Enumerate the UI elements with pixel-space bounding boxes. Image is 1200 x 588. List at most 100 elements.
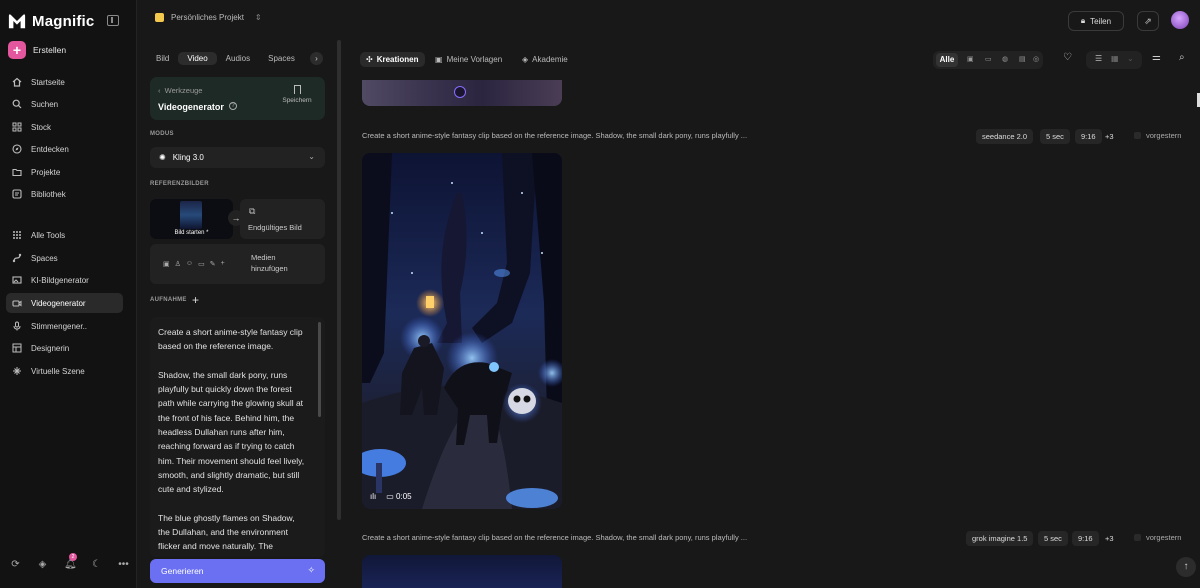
search-icon[interactable]: ⌕ — [1179, 52, 1185, 63]
more-chip[interactable]: +3 — [1105, 132, 1114, 141]
filter-3d-icon[interactable]: ◎ — [1033, 55, 1039, 63]
tabs-next-button[interactable]: › — [310, 52, 323, 65]
audio-levels-icon[interactable]: ılı — [370, 492, 376, 501]
previous-video-thumbnail[interactable] — [362, 80, 562, 106]
face-media-icon[interactable]: ☺ — [186, 260, 193, 268]
sidebar-item-label: Alle Tools — [31, 230, 66, 240]
next-video-thumbnail[interactable] — [362, 555, 562, 588]
sidebar-item-label: KI-Bildgenerator — [31, 275, 89, 285]
video-icon — [12, 298, 22, 308]
notification-badge: 2 — [69, 553, 77, 561]
sidebar-item-virtuelle-szene[interactable]: Virtuelle Szene — [6, 361, 123, 381]
grid-view-icon[interactable]: ▦ — [1111, 54, 1119, 63]
generate-button[interactable]: Generieren ✧ — [150, 559, 325, 583]
tab-akademie[interactable]: ◈ Akademie — [516, 52, 574, 67]
more-icon[interactable]: ••• — [118, 559, 129, 570]
list-view-icon[interactable]: ☰ — [1095, 54, 1102, 63]
sidebar-item-projekte[interactable]: Projekte — [6, 162, 123, 182]
camera-icon: ▭ — [386, 492, 394, 501]
tab-bild[interactable]: Bild — [147, 52, 178, 65]
sidebar-item-bibliothek[interactable]: Bibliothek — [6, 184, 123, 204]
tab-kreationen[interactable]: ✣ Kreationen — [360, 52, 425, 67]
template-icon: ▣ — [435, 55, 443, 64]
mode-select[interactable]: ✺ Kling 3.0 ⌄ — [150, 147, 325, 168]
brush-media-icon[interactable]: ✎ — [210, 260, 216, 268]
bell-icon[interactable]: 🔔︎ 2 — [64, 553, 77, 570]
add-media-area[interactable]: ▣ ♙ ☺ ▭ ✎ + Medien hinzufügen — [150, 244, 325, 284]
filter-all[interactable]: Alle — [936, 53, 958, 67]
end-image-slot[interactable]: ⧉ Endgültiges Bild — [240, 199, 325, 239]
sidebar-item-label: Spaces — [31, 253, 58, 263]
folder-media-icon[interactable]: ▭ — [198, 260, 205, 268]
scroll-to-top-button[interactable]: ↑ — [1176, 557, 1196, 577]
creation-prompt[interactable]: Create a short anime-style fantasy clip … — [362, 533, 747, 542]
date-label: vorgestern — [1146, 533, 1182, 542]
logo[interactable]: Magnific — [8, 12, 94, 30]
tab-label: Akademie — [532, 55, 568, 64]
panel-scrollbar[interactable] — [337, 40, 341, 520]
sidebar-item-suchen[interactable]: Suchen — [6, 94, 123, 114]
sidebar-item-stimmengenerator[interactable]: Stimmengener.. — [6, 316, 123, 336]
select-checkbox[interactable] — [1134, 132, 1141, 139]
type-filter: Alle ▣ ▭ ◍ ▤ ◎ — [933, 51, 1043, 69]
play-icon — [454, 86, 466, 98]
sidebar-item-alle-tools[interactable]: Alle Tools — [6, 225, 123, 245]
prompt-scrollbar[interactable] — [318, 322, 321, 417]
sparkle-icon: ✣ — [366, 55, 373, 64]
more-chip[interactable]: +3 — [1105, 534, 1114, 543]
moon-icon[interactable]: ☾ — [91, 559, 102, 570]
collapse-sidebar-icon[interactable] — [107, 15, 119, 26]
add-media-icon[interactable]: + — [221, 260, 225, 268]
tab-spaces[interactable]: Spaces — [259, 52, 304, 65]
model-chip: seedance 2.0 — [976, 129, 1034, 144]
image-media-icon[interactable]: ▣ — [163, 260, 170, 268]
academy-hat-icon[interactable]: ◈ — [37, 559, 48, 570]
tab-video[interactable]: Video — [178, 52, 217, 65]
sliders-icon[interactable]: ⚌ — [1152, 52, 1161, 63]
export-button[interactable]: ⇗ — [1137, 11, 1159, 31]
sidebar-item-entdecken[interactable]: Entdecken — [6, 139, 123, 159]
sidebar-item-label: Virtuelle Szene — [31, 366, 85, 376]
chevron-right-icon: › — [315, 54, 318, 63]
chevron-down-icon[interactable]: ⌄ — [1127, 54, 1134, 63]
folder-icon — [12, 167, 22, 177]
filter-video-icon[interactable]: ▭ — [985, 55, 992, 63]
create-button[interactable]: + Erstellen — [8, 41, 66, 59]
filter-audio-icon[interactable]: ◍ — [1002, 55, 1008, 63]
design-icon — [12, 343, 22, 353]
tab-audios[interactable]: Audios — [217, 52, 259, 65]
chevron-updown-icon: ⇕ — [254, 13, 262, 22]
tab-meine-vorlagen[interactable]: ▣ Meine Vorlagen — [429, 52, 508, 67]
sidebar-footer: ⟳ ◈ 🔔︎ 2 ☾ ••• — [10, 553, 129, 570]
filter-image-icon[interactable]: ▣ — [967, 55, 974, 63]
filter-doc-icon[interactable]: ▤ — [1019, 55, 1026, 63]
back-to-tools-link[interactable]: ‹ Werkzeuge — [158, 86, 202, 95]
spaces-icon — [12, 253, 22, 263]
model-chip: grok imagine 1.5 — [966, 531, 1034, 546]
sidebar-item-startseite[interactable]: Startseite — [6, 72, 123, 92]
add-recording-button[interactable]: + — [192, 294, 204, 307]
person-media-icon[interactable]: ♙ — [175, 260, 181, 268]
help-icon[interactable]: ? — [229, 102, 237, 110]
select-checkbox[interactable] — [1134, 534, 1141, 541]
sidebar-item-designerin[interactable]: Designerin — [6, 338, 123, 358]
save-button[interactable]: Speichern — [280, 85, 314, 104]
brand-name: Magnific — [32, 12, 95, 30]
sidebar-item-stock[interactable]: Stock — [6, 117, 123, 137]
sidebar-item-videogenerator[interactable]: Videogenerator — [6, 293, 123, 313]
start-image-slot[interactable]: Bild starten * — [150, 199, 233, 239]
share-button[interactable]: 🔒︎ Teilen — [1068, 11, 1124, 31]
avatar[interactable] — [1171, 11, 1189, 29]
arrow-up-icon: ↑ — [1183, 561, 1189, 572]
sidebar-item-ki-bildgenerator[interactable]: KI-Bildgenerator — [6, 270, 123, 290]
project-selector[interactable]: Persönliches Projekt ⇕ — [155, 13, 262, 22]
prompt-textarea[interactable]: Create a short anime-style fantasy clip … — [150, 317, 325, 557]
compass-icon — [12, 144, 22, 154]
sidebar-item-spaces[interactable]: Spaces — [6, 248, 123, 268]
sync-icon[interactable]: ⟳ — [10, 559, 21, 570]
app: Magnific + Erstellen Startseite Suchen S… — [0, 0, 1200, 588]
creation-prompt[interactable]: Create a short anime-style fantasy clip … — [362, 131, 747, 140]
favorites-heart-icon[interactable]: ♡ — [1063, 52, 1072, 63]
sidebar-item-label: Suchen — [31, 99, 59, 109]
video-preview[interactable]: ılı ▭ 0:05 — [362, 153, 562, 509]
